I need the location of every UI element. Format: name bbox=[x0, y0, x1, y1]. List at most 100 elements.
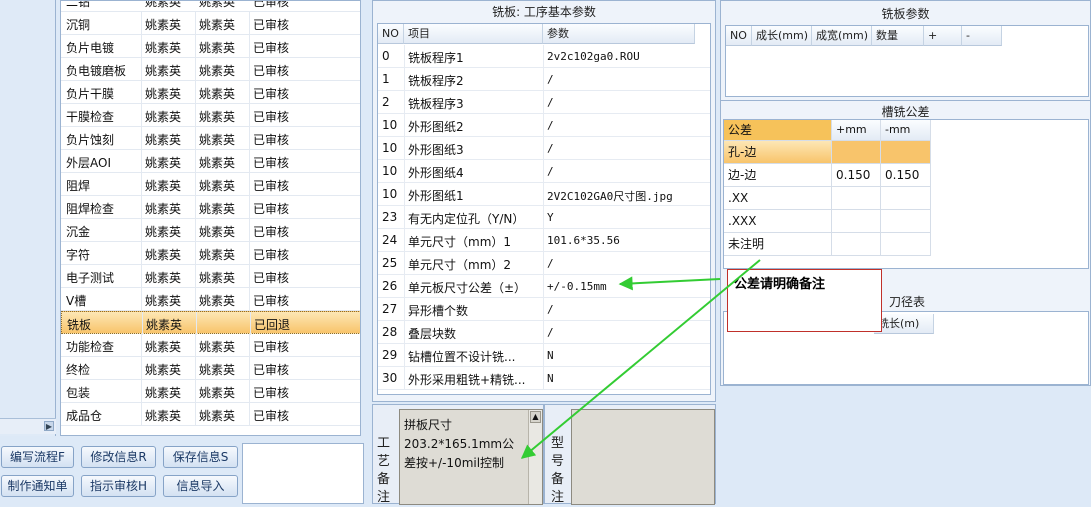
process-row-partial[interactable]: 二钻 姚素英 姚素英 已审核 bbox=[61, 0, 360, 12]
process-row[interactable]: 电子测试 姚素英 姚素英 已审核 bbox=[61, 265, 360, 288]
param-row[interactable]: 10 外形图纸3 / bbox=[378, 137, 710, 160]
param-no: 30 bbox=[382, 371, 398, 385]
modify-info-button[interactable]: 修改信息R bbox=[81, 446, 156, 468]
process-maker: 姚素英 bbox=[146, 318, 183, 332]
tolerance-header-minus[interactable]: -mm bbox=[881, 120, 931, 141]
tolerance-minus[interactable] bbox=[881, 233, 931, 256]
mill-header-no[interactable]: NO bbox=[726, 26, 752, 46]
process-row[interactable]: 阻焊 姚素英 姚素英 已审核 bbox=[61, 173, 360, 196]
param-row[interactable]: 27 异形槽个数 / bbox=[378, 298, 710, 321]
tolerance-plus[interactable] bbox=[832, 210, 881, 233]
param-value: 101.6*35.56 bbox=[547, 234, 620, 247]
param-row[interactable]: 10 外形图纸2 / bbox=[378, 114, 710, 137]
column-header-no[interactable]: NO bbox=[378, 24, 404, 44]
process-notes-textarea[interactable]: 拼板尺寸203.2*165.1mm公差按+/-10mil控制 ▲ bbox=[399, 409, 543, 505]
process-row[interactable]: 成品仓 姚素英 姚素英 已审核 bbox=[61, 403, 360, 426]
make-notice-button[interactable]: 制作通知单 bbox=[1, 475, 74, 497]
tolerance-type[interactable]: .XXX bbox=[724, 210, 832, 233]
process-row[interactable]: 包装 姚素英 姚素英 已审核 bbox=[61, 380, 360, 403]
param-row[interactable]: 2 铣板程序3 / bbox=[378, 91, 710, 114]
param-no: 27 bbox=[382, 302, 398, 316]
param-row[interactable]: 24 单元尺寸（mm）1 101.6*35.56 bbox=[378, 229, 710, 252]
save-info-button[interactable]: 保存信息S bbox=[163, 446, 238, 468]
param-row[interactable]: 1 铣板程序2 / bbox=[378, 68, 710, 91]
process-row[interactable]: 负电镀磨板 姚素英 姚素英 已审核 bbox=[61, 58, 360, 81]
notes-textbox[interactable] bbox=[242, 443, 364, 504]
tolerance-minus[interactable]: 0.150 bbox=[881, 164, 931, 187]
basic-params-panel: 铣板: 工序基本参数 NO 项目 参数 0 铣板程序1 2v2c102ga0.ROU… bbox=[372, 0, 716, 402]
process-row[interactable]: 功能检查 姚素英 姚素英 已审核 bbox=[61, 334, 360, 357]
param-row[interactable]: 10 外形图纸1 2V2C102GA0尺寸图.jpg bbox=[378, 183, 710, 206]
process-list: 二钻 姚素英 姚素英 已审核 沉铜 姚素英 姚素英 已审核 负片电镀 姚素英 姚素英 已审核负… bbox=[60, 0, 361, 436]
process-maker: 姚素英 bbox=[145, 409, 182, 423]
tolerance-plus[interactable] bbox=[832, 141, 881, 164]
process-reviewer: 姚素英 bbox=[199, 248, 236, 262]
process-row[interactable]: 负片干膜 姚素英 姚素英 已审核 bbox=[61, 81, 360, 104]
param-row[interactable]: 26 单元板尺寸公差（±） +/-0.15mm bbox=[378, 275, 710, 298]
tolerance-plus[interactable] bbox=[832, 233, 881, 256]
mill-header-qty[interactable]: 数量 bbox=[872, 26, 924, 46]
process-row[interactable]: 负片电镀 姚素英 姚素英 已审核 bbox=[61, 35, 360, 58]
tolerance-type[interactable]: .XX bbox=[724, 187, 832, 210]
column-header-item[interactable]: 项目 bbox=[404, 24, 543, 44]
edit-flow-button[interactable]: 编写流程F bbox=[1, 446, 74, 468]
tolerance-header-plus[interactable]: +mm bbox=[832, 120, 881, 141]
process-notes-scrollbar[interactable]: ▲ bbox=[528, 410, 542, 504]
process-row[interactable]: 铣板 姚素英 已回退 bbox=[61, 311, 360, 335]
process-name: 二钻 bbox=[66, 0, 91, 9]
tool-header-length[interactable]: 铣长(m) bbox=[874, 314, 934, 334]
scroll-up-arrow-icon[interactable]: ▲ bbox=[530, 411, 541, 423]
tolerance-minus[interactable] bbox=[881, 210, 931, 233]
param-row[interactable]: 23 有无内定位孔（Y/N） Y bbox=[378, 206, 710, 229]
param-row[interactable]: 25 单元尺寸（mm）2 / bbox=[378, 252, 710, 275]
process-row[interactable]: 终检 姚素英 姚素英 已审核 bbox=[61, 357, 360, 380]
column-header-param[interactable]: 参数 bbox=[543, 24, 695, 44]
process-row[interactable]: 沉金 姚素英 姚素英 已审核 bbox=[61, 219, 360, 242]
param-no: 23 bbox=[382, 210, 398, 224]
mill-header-width[interactable]: 成宽(mm) bbox=[812, 26, 872, 46]
tolerance-header-type[interactable]: 公差 bbox=[724, 120, 832, 141]
model-notes-textarea[interactable] bbox=[571, 409, 715, 505]
param-row[interactable]: 0 铣板程序1 2v2c102ga0.ROU bbox=[378, 45, 710, 68]
process-status: 已审核 bbox=[253, 110, 290, 124]
param-row[interactable]: 28 叠层块数 / bbox=[378, 321, 710, 344]
param-value: N bbox=[547, 372, 554, 385]
process-row[interactable]: 沉铜 姚素英 姚素英 已审核 bbox=[61, 12, 360, 35]
param-row[interactable]: 29 钻槽位置不设计铣... N bbox=[378, 344, 710, 367]
tolerance-type[interactable]: 边-边 bbox=[724, 164, 832, 187]
mill-header-plus[interactable]: + bbox=[924, 26, 962, 46]
param-no: 10 bbox=[382, 141, 398, 155]
import-info-button[interactable]: 信息导入 bbox=[163, 475, 238, 497]
process-row[interactable]: 阻焊检查 姚素英 姚素英 已审核 bbox=[61, 196, 360, 219]
process-row[interactable]: 外层AOI 姚素英 姚素英 已审核 bbox=[61, 150, 360, 173]
param-row[interactable]: 30 外形采用粗铣+精铣... N bbox=[378, 367, 710, 390]
param-no: 0 bbox=[382, 49, 390, 63]
process-row[interactable]: 负片蚀刻 姚素英 姚素英 已审核 bbox=[61, 127, 360, 150]
param-item: 叠层块数 bbox=[408, 327, 457, 341]
tool-table-title: 刀径表 bbox=[889, 295, 926, 309]
process-maker: 姚素英 bbox=[145, 271, 182, 285]
tolerance-plus[interactable] bbox=[832, 187, 881, 210]
annotation-callout-text: 公差请明确备注 bbox=[734, 277, 826, 292]
tolerance-minus[interactable] bbox=[881, 187, 931, 210]
assign-review-button[interactable]: 指示审核H bbox=[81, 475, 156, 497]
process-row[interactable]: 干膜检查 姚素英 姚素英 已审核 bbox=[61, 104, 360, 127]
param-value: / bbox=[547, 142, 554, 155]
tolerance-plus[interactable]: 0.150 bbox=[832, 164, 881, 187]
tolerance-type[interactable]: 未注明 bbox=[724, 233, 832, 256]
param-row[interactable]: 10 外形图纸4 / bbox=[378, 160, 710, 183]
process-row[interactable]: 字符 姚素英 姚素英 已审核 bbox=[61, 242, 360, 265]
tolerance-type[interactable]: 孔-边 bbox=[724, 141, 832, 164]
tolerance-minus[interactable] bbox=[881, 141, 931, 164]
process-maker: 姚素英 bbox=[145, 225, 182, 239]
mill-header-minus[interactable]: - bbox=[962, 26, 1002, 46]
process-row[interactable]: V槽 姚素英 姚素英 已审核 bbox=[61, 288, 360, 311]
process-reviewer: 姚素英 bbox=[199, 363, 236, 377]
scroll-right-arrow-icon[interactable]: ▶ bbox=[44, 421, 54, 431]
process-status: 已审核 bbox=[253, 18, 290, 32]
process-status: 已审核 bbox=[253, 87, 290, 101]
left-horizontal-scrollbar[interactable]: ▶ bbox=[0, 418, 56, 434]
mill-header-length[interactable]: 成长(mm) bbox=[752, 26, 812, 46]
process-maker: 姚素英 bbox=[145, 110, 182, 124]
param-no: 10 bbox=[382, 164, 398, 178]
